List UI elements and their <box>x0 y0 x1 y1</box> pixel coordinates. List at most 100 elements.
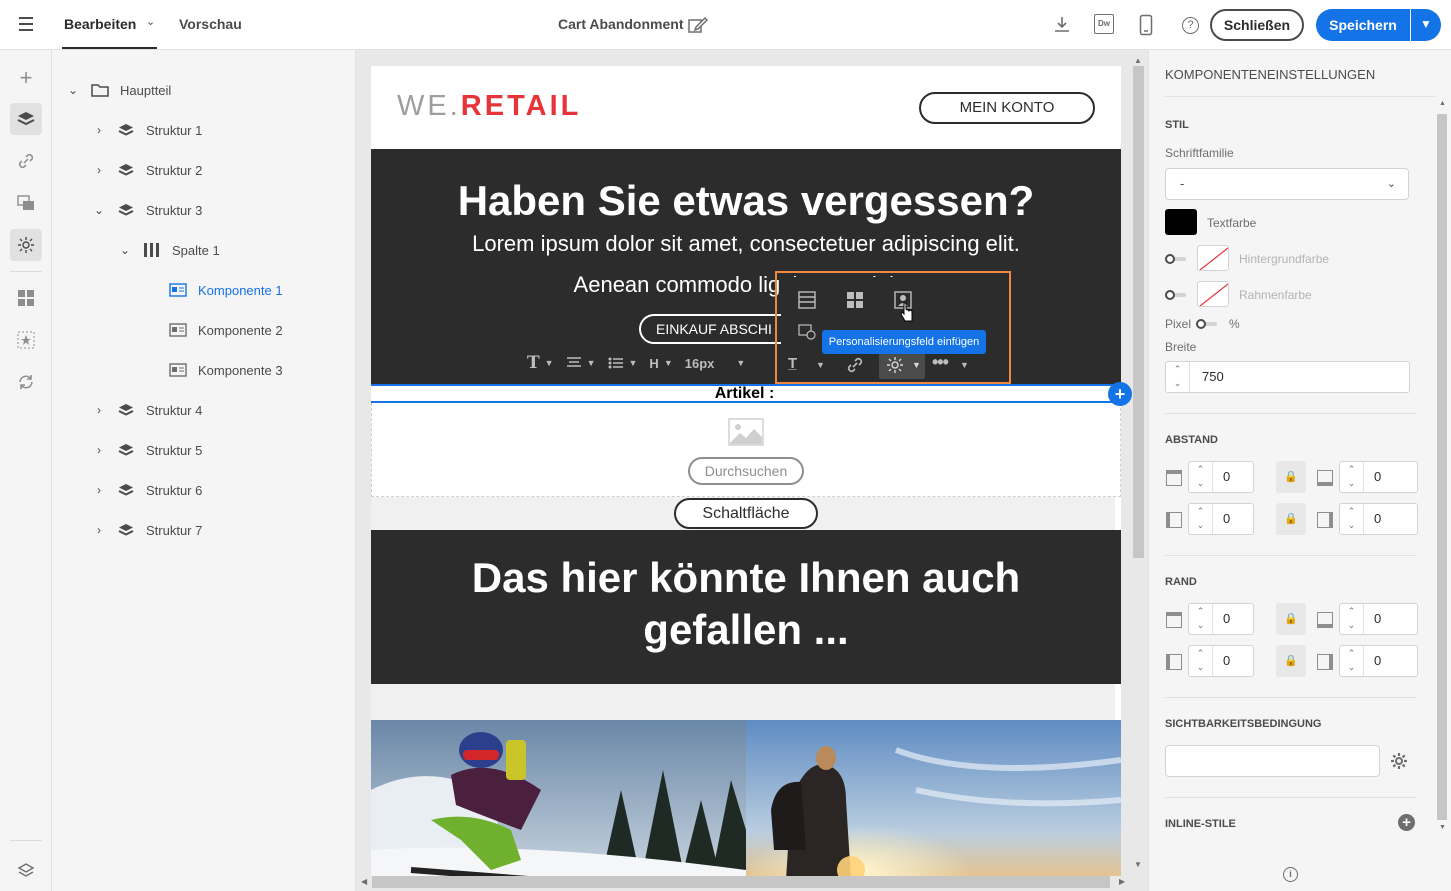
structure-tree-icon[interactable] <box>10 103 42 135</box>
border-top-input[interactable]: ⌃ ⌄ 0 <box>1188 603 1254 635</box>
font-family-label: Schriftfamilie <box>1165 146 1234 160</box>
browse-button[interactable]: Durchsuchen <box>688 457 804 485</box>
chevron-right-icon[interactable]: › <box>92 403 106 417</box>
horizontal-scrollbar[interactable] <box>372 876 1110 888</box>
bg-color-swatch[interactable] <box>1197 245 1229 271</box>
visibility-condition-input[interactable] <box>1165 745 1380 777</box>
text-color-swatch[interactable] <box>1165 209 1197 235</box>
tree-node-root[interactable]: ⌄ Hauptteil <box>66 78 171 102</box>
chevron-down-icon[interactable]: ⌄ <box>66 83 80 97</box>
padding-right-input[interactable]: ⌃ ⌄ 0 <box>1339 503 1418 535</box>
download-icon[interactable] <box>1053 15 1071 33</box>
tree-label: Struktur 4 <box>146 402 203 418</box>
tree-label: Struktur 7 <box>146 522 203 538</box>
bg-color-toggle[interactable] <box>1165 254 1187 264</box>
tree-node-structure-7[interactable]: › Struktur 7 <box>92 518 202 542</box>
border-color-swatch[interactable] <box>1197 281 1229 307</box>
tree-node-component-1[interactable]: Komponente 1 <box>144 278 283 302</box>
scroll-up-icon[interactable]: ▲ <box>1439 100 1446 107</box>
mobile-preview-icon[interactable] <box>1139 14 1153 36</box>
recommendation-section[interactable]: Das hier könnte Ihnen auch gefallen ... <box>371 530 1121 684</box>
tree-node-column-1[interactable]: ⌄ Spalte 1 <box>118 238 220 262</box>
left-icon-rail: + <box>0 50 52 891</box>
add-icon[interactable]: + <box>10 62 42 94</box>
heading-icon[interactable]: H ▼ <box>649 356 672 371</box>
hiker-image[interactable] <box>746 720 1121 876</box>
close-button[interactable]: Schließen <box>1210 9 1304 41</box>
tab-edit[interactable]: Bearbeiten <box>64 16 136 32</box>
stepper-icon[interactable]: ⌃ ⌄ <box>1166 362 1190 392</box>
chevron-down-icon[interactable]: ⌄ <box>146 15 155 28</box>
scroll-right-icon[interactable]: ▶ <box>1119 877 1125 886</box>
scroll-left-icon[interactable]: ◀ <box>361 877 367 886</box>
account-button[interactable]: MEIN KONTO <box>919 92 1095 124</box>
layers-settings-icon[interactable] <box>10 855 42 887</box>
add-component-button[interactable]: + <box>1108 382 1132 406</box>
article-text-component[interactable]: Artikel : <box>371 384 1120 403</box>
gear-icon[interactable] <box>1390 752 1408 770</box>
tree-node-structure-3[interactable]: ⌄ Struktur 3 <box>92 198 202 222</box>
align-icon[interactable]: ▼ <box>566 357 596 369</box>
snowboarder-image[interactable] <box>371 720 746 876</box>
border-bottom-input[interactable]: ⌃ ⌄ 0 <box>1339 603 1418 635</box>
lock-icon[interactable]: 🔒 <box>1276 461 1306 493</box>
help-icon[interactable]: ? <box>1182 17 1199 34</box>
border-right-input[interactable]: ⌃ ⌄ 0 <box>1339 645 1418 677</box>
border-right-icon <box>1317 654 1333 670</box>
chevron-right-icon[interactable]: › <box>92 483 106 497</box>
scroll-down-icon[interactable]: ▼ <box>1134 860 1142 869</box>
tree-node-component-2[interactable]: Komponente 2 <box>144 318 283 342</box>
menu-icon[interactable] <box>19 17 33 31</box>
info-icon[interactable]: i <box>1283 867 1298 882</box>
tree-node-structure-4[interactable]: › Struktur 4 <box>92 398 202 422</box>
generic-button[interactable]: Schaltfläche <box>674 498 818 529</box>
scroll-down-icon[interactable]: ▼ <box>1439 824 1446 831</box>
image-settings-icon[interactable] <box>10 187 42 219</box>
chevron-right-icon[interactable]: › <box>92 123 106 137</box>
padding-bottom-input[interactable]: ⌃ ⌄ 0 <box>1339 461 1418 493</box>
scroll-up-icon[interactable]: ▲ <box>1134 56 1142 65</box>
padding-left-input[interactable]: ⌃ ⌄ 0 <box>1188 503 1254 535</box>
lock-icon[interactable]: 🔒 <box>1276 603 1306 635</box>
chevron-right-icon[interactable]: › <box>92 163 106 177</box>
component-icon <box>168 323 188 337</box>
unit-toggle[interactable] <box>1196 319 1218 329</box>
list-icon[interactable]: ▼ <box>608 357 637 369</box>
text-style-icon[interactable]: T ▼ <box>527 353 554 373</box>
font-family-select[interactable]: - ⌄ <box>1165 168 1409 200</box>
width-input[interactable]: ⌃ ⌄ 750 <box>1165 361 1410 393</box>
sync-icon[interactable] <box>10 366 42 398</box>
save-options-chevron-icon[interactable]: ▼ <box>1411 9 1441 41</box>
favorites-icon[interactable] <box>10 324 42 356</box>
border-color-toggle[interactable] <box>1165 290 1187 300</box>
padding-top-input[interactable]: ⌃ ⌄ 0 <box>1188 461 1254 493</box>
tab-preview[interactable]: Vorschau <box>179 16 242 32</box>
tree-node-structure-2[interactable]: › Struktur 2 <box>92 158 202 182</box>
structure-tree-panel: ⌄ Hauptteil › Struktur 1 › Struktur 2 ⌄ … <box>52 50 356 891</box>
content-fragments-icon[interactable] <box>10 282 42 314</box>
chevron-right-icon[interactable]: › <box>92 523 106 537</box>
chevron-down-icon: ⌄ <box>1386 178 1396 190</box>
tree-node-structure-5[interactable]: › Struktur 5 <box>92 438 202 462</box>
panel-scrollbar[interactable] <box>1437 114 1447 820</box>
tree-node-structure-6[interactable]: › Struktur 6 <box>92 478 202 502</box>
lock-icon[interactable]: 🔒 <box>1276 503 1306 535</box>
edit-title-icon[interactable] <box>688 16 708 34</box>
tree-node-component-3[interactable]: Komponente 3 <box>144 358 283 382</box>
link-icon[interactable] <box>10 145 42 177</box>
chevron-down-icon[interactable]: ⌄ <box>92 203 106 217</box>
component-icon <box>168 283 188 297</box>
vertical-scrollbar[interactable] <box>1133 66 1144 558</box>
chevron-down-icon[interactable]: ⌄ <box>118 243 132 257</box>
chevron-right-icon[interactable]: › <box>92 443 106 457</box>
border-left-input[interactable]: ⌃ ⌄ 0 <box>1188 645 1254 677</box>
highlight-frame <box>775 271 1011 384</box>
add-inline-style-icon[interactable]: + <box>1398 814 1415 831</box>
save-button[interactable]: Speichern <box>1316 9 1410 41</box>
dreamweaver-icon[interactable]: Dw <box>1094 14 1114 34</box>
tree-node-structure-1[interactable]: › Struktur 1 <box>92 118 202 142</box>
panel-title: KOMPONENTENEINSTELLUNGEN <box>1165 67 1376 82</box>
font-size-select[interactable]: 16px ▼ <box>685 356 746 371</box>
personalization-icon[interactable] <box>10 229 42 261</box>
lock-icon[interactable]: 🔒 <box>1276 645 1306 677</box>
